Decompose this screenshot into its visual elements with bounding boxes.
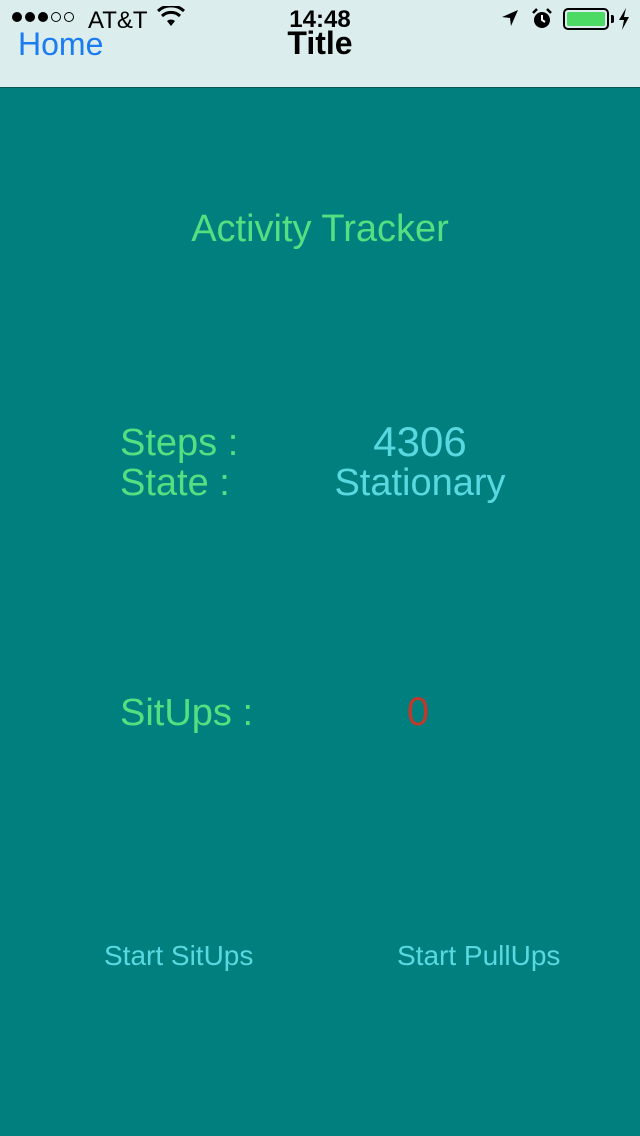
situps-label: SitUps : xyxy=(120,692,254,734)
situps-count: 0 xyxy=(406,690,430,734)
nav-title: Title xyxy=(287,25,353,61)
start-pullups-button[interactable]: Start PullUps xyxy=(397,940,560,972)
steps-value: 4306 xyxy=(373,418,467,465)
battery-tip xyxy=(611,15,614,23)
state-value: Stationary xyxy=(334,462,506,504)
start-situps-button[interactable]: Start SitUps xyxy=(104,940,253,972)
steps-label: Steps : xyxy=(120,422,239,464)
page-heading: Activity Tracker xyxy=(191,208,449,250)
state-label: State : xyxy=(120,462,230,504)
navigation-bar: AT&T 14:48 Home Title xyxy=(0,0,640,88)
